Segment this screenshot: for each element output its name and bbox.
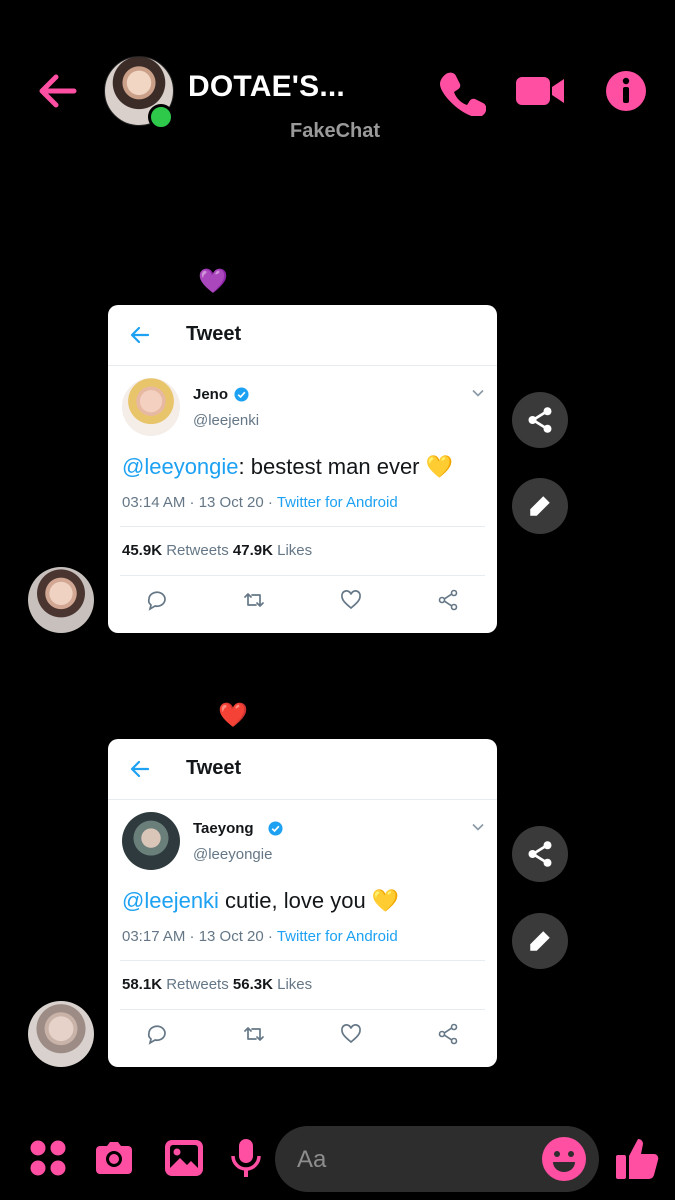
tweet-author-handle[interactable]: @leeyongie bbox=[193, 846, 272, 863]
like-icon[interactable] bbox=[339, 588, 363, 612]
verified-badge-icon bbox=[268, 821, 283, 836]
edit-button[interactable] bbox=[512, 478, 568, 534]
reply-icon[interactable] bbox=[145, 588, 169, 612]
edit-button[interactable] bbox=[512, 913, 568, 969]
sender-avatar[interactable] bbox=[28, 1001, 94, 1067]
tweet-text: @leeyongie: bestest man ever 💛 bbox=[122, 454, 453, 480]
tweet-mention[interactable]: @leejenki bbox=[122, 888, 219, 913]
tweet-author-avatar[interactable] bbox=[122, 812, 180, 870]
emoji-icon[interactable] bbox=[541, 1136, 587, 1182]
tweet-source[interactable]: Twitter for Android bbox=[277, 494, 398, 511]
tweet-author-name[interactable]: Taeyong bbox=[193, 820, 254, 837]
retweet-count[interactable]: 58.1K bbox=[122, 976, 162, 993]
tweet-timestamp: 03:17 AM · 13 Oct 20 · bbox=[122, 928, 277, 945]
edit-icon bbox=[530, 496, 550, 516]
reaction-emoji[interactable]: ❤️ bbox=[218, 704, 248, 728]
tweet-emoji: 💛 bbox=[371, 888, 400, 913]
mic-icon[interactable] bbox=[224, 1136, 268, 1180]
thumbs-up-icon[interactable] bbox=[614, 1134, 662, 1182]
sender-avatar[interactable] bbox=[28, 567, 94, 633]
tweet-body: cutie, love you bbox=[218, 888, 366, 913]
camera-icon[interactable] bbox=[92, 1136, 136, 1180]
share-icon[interactable] bbox=[436, 1022, 460, 1046]
tweet-meta: 03:14 AM · 13 Oct 20 · Twitter for Andro… bbox=[122, 494, 398, 511]
verified-badge-icon bbox=[234, 387, 249, 402]
likes-label: Likes bbox=[272, 976, 313, 993]
reply-icon[interactable] bbox=[145, 1022, 169, 1046]
tweet-author-name[interactable]: Jeno bbox=[193, 386, 228, 403]
chat-subtitle: FakeChat bbox=[290, 120, 381, 142]
image-icon[interactable] bbox=[162, 1136, 206, 1180]
share-button[interactable] bbox=[512, 826, 568, 882]
tweet-author-avatar[interactable] bbox=[122, 378, 180, 436]
retweet-count[interactable]: 45.9K bbox=[122, 542, 162, 559]
message-input-placeholder: Aa bbox=[297, 1146, 327, 1173]
like-count[interactable]: 47.9K bbox=[233, 542, 273, 559]
chevron-down-icon[interactable] bbox=[471, 386, 485, 400]
share-icon bbox=[528, 841, 552, 867]
retweets-label: Retweets bbox=[162, 542, 233, 559]
retweet-icon[interactable] bbox=[242, 1022, 266, 1046]
share-icon[interactable] bbox=[436, 588, 460, 612]
likes-label: Likes bbox=[272, 542, 313, 559]
divider bbox=[120, 526, 485, 527]
tweet-stats: 58.1K Retweets 56.3K Likes bbox=[122, 976, 312, 993]
divider bbox=[120, 960, 485, 961]
back-arrow-icon[interactable] bbox=[34, 66, 84, 116]
apps-icon[interactable] bbox=[26, 1136, 70, 1180]
like-icon[interactable] bbox=[339, 1022, 363, 1046]
tweet-source[interactable]: Twitter for Android bbox=[277, 928, 398, 945]
chat-title[interactable]: DOTAE'S... bbox=[188, 70, 345, 104]
tweet-emoji: 💛 bbox=[425, 454, 454, 479]
message-input[interactable]: Aa bbox=[275, 1126, 599, 1192]
tweet-mention[interactable]: @leeyongie bbox=[122, 454, 239, 479]
video-icon[interactable] bbox=[514, 66, 564, 116]
retweet-icon[interactable] bbox=[242, 588, 266, 612]
chevron-down-icon[interactable] bbox=[471, 820, 485, 834]
reaction-emoji[interactable]: 💜 bbox=[198, 270, 228, 294]
divider bbox=[120, 575, 485, 576]
tweet-author-handle[interactable]: @leejenki bbox=[193, 412, 259, 429]
phone-icon[interactable] bbox=[436, 66, 487, 118]
tweet-body: : bestest man ever bbox=[238, 454, 420, 479]
divider bbox=[120, 1009, 485, 1010]
share-icon bbox=[528, 407, 552, 433]
tweet-stats: 45.9K Retweets 47.9K Likes bbox=[122, 542, 312, 559]
online-status-dot bbox=[148, 104, 174, 130]
info-icon[interactable] bbox=[601, 66, 651, 116]
tweet-back-icon[interactable] bbox=[128, 323, 152, 347]
share-button[interactable] bbox=[512, 392, 568, 448]
tweet-text: @leejenki cutie, love you 💛 bbox=[122, 888, 399, 914]
tweet-header-title: Tweet bbox=[186, 323, 242, 345]
retweets-label: Retweets bbox=[162, 976, 233, 993]
tweet-header-title: Tweet bbox=[186, 757, 242, 779]
edit-icon bbox=[530, 931, 550, 951]
tweet-meta: 03:17 AM · 13 Oct 20 · Twitter for Andro… bbox=[122, 928, 398, 945]
tweet-card[interactable]: Tweet Taeyong @leeyongie @leejenki cutie… bbox=[108, 739, 497, 1067]
tweet-timestamp: 03:14 AM · 13 Oct 20 · bbox=[122, 494, 277, 511]
like-count[interactable]: 56.3K bbox=[233, 976, 273, 993]
tweet-back-icon[interactable] bbox=[128, 757, 152, 781]
tweet-card[interactable]: Tweet Jeno @leejenki @leeyongie: bestest… bbox=[108, 305, 497, 633]
